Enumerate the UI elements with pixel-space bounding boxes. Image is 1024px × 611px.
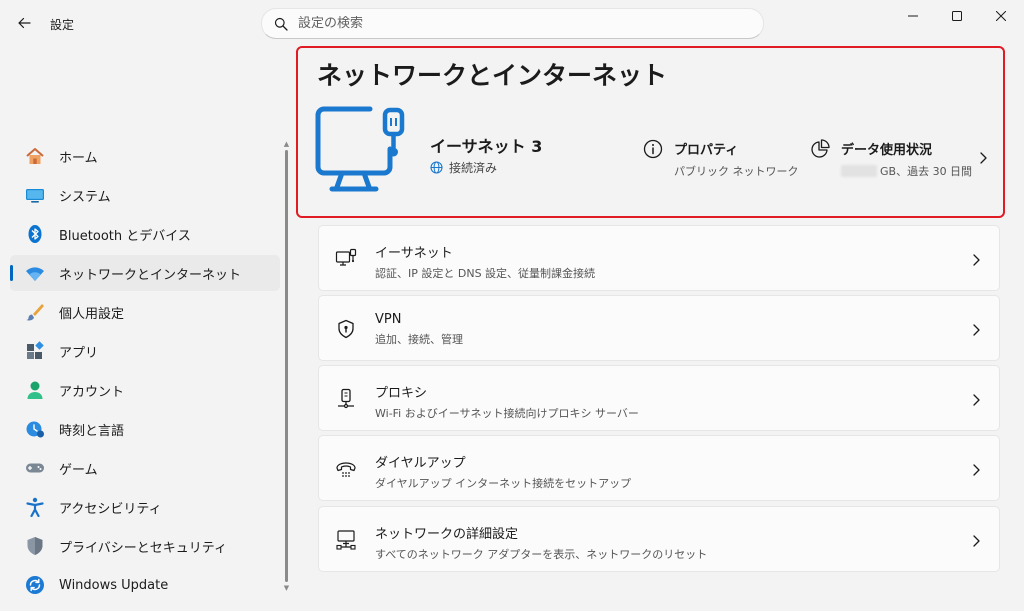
sidebar-item-label: 時刻と言語	[59, 423, 125, 439]
sidebar-item-gaming[interactable]: ゲーム	[10, 450, 280, 486]
sidebar-item-label: ホーム	[59, 150, 98, 166]
maximize-button[interactable]	[934, 0, 980, 32]
chevron-right-icon	[971, 322, 981, 341]
card-description: すべてのネットワーク アダプターを表示、ネットワークのリセット	[375, 548, 708, 561]
ethernet-pc-hero-icon	[314, 105, 410, 201]
pie-chart-icon	[811, 139, 830, 158]
search-input[interactable]	[298, 16, 718, 31]
sidebar-item-label: 個人用設定	[59, 306, 125, 322]
sidebar-item-label: アカウント	[59, 384, 125, 400]
sidebar-item-label: アプリ	[59, 345, 99, 361]
chevron-right-icon	[971, 462, 981, 481]
connection-status: 接続済み	[430, 159, 497, 176]
sidebar-item-label: プライバシーとセキュリティ	[59, 540, 227, 556]
properties-link[interactable]: プロパティ パブリック ネットワーク	[643, 139, 799, 179]
system-icon	[24, 184, 46, 206]
windows-update-icon	[24, 574, 46, 596]
data-usage-chevron-icon[interactable]	[978, 150, 988, 169]
dialup-icon	[334, 457, 358, 481]
card-description: Wi-Fi およびイーサネット接続向けプロキシ サーバー	[375, 407, 639, 420]
apps-icon	[24, 340, 46, 362]
properties-subtitle: パブリック ネットワーク	[674, 165, 799, 178]
sidebar-item-bluetooth[interactable]: Bluetooth とデバイス	[10, 216, 280, 252]
home-icon	[24, 145, 46, 167]
back-arrow-icon	[18, 17, 31, 29]
status-text: 接続済み	[449, 161, 498, 175]
card-title: ダイヤルアップ	[375, 456, 466, 471]
gamepad-icon	[24, 457, 46, 479]
sidebar-nav: ホーム システム Bluetooth とデバイス ネットワークとインターネット …	[0, 138, 290, 606]
page-title: ネットワークとインターネット	[317, 61, 668, 90]
chevron-right-icon	[971, 392, 981, 411]
sidebar-item-label: アクセシビリティ	[59, 501, 162, 517]
connection-name: イーサネット 3	[430, 137, 543, 156]
back-button[interactable]	[8, 8, 40, 38]
info-icon	[643, 139, 663, 159]
minimize-button[interactable]	[890, 0, 936, 32]
search-icon	[274, 17, 288, 31]
card-ethernet[interactable]: イーサネット 認証、IP 設定と DNS 設定、従量制課金接続	[318, 225, 1000, 291]
minimize-icon	[908, 15, 918, 17]
sidebar-item-apps[interactable]: アプリ	[10, 333, 280, 369]
sidebar-item-label: Windows Update	[59, 577, 169, 593]
globe-icon	[430, 161, 443, 174]
sidebar-item-windows-update[interactable]: Windows Update	[10, 567, 280, 603]
sidebar-item-label: Bluetooth とデバイス	[59, 228, 191, 244]
sidebar-item-accounts[interactable]: アカウント	[10, 372, 280, 408]
card-vpn[interactable]: VPN 追加、接続、管理	[318, 295, 1000, 361]
card-dialup[interactable]: ダイヤルアップ ダイヤルアップ インターネット接続をセットアップ	[318, 435, 1000, 501]
brush-icon	[24, 301, 46, 323]
data-usage-link[interactable]: データ使用状況 GB、過去 30 日間	[810, 139, 972, 179]
wifi-icon	[24, 262, 46, 284]
card-title: プロキシ	[375, 386, 428, 401]
time-language-icon	[24, 418, 46, 440]
properties-title: プロパティ	[674, 143, 739, 158]
proxy-icon	[334, 387, 358, 411]
sidebar-scroll-up[interactable]: ▲	[282, 140, 291, 148]
card-title: ネットワークの詳細設定	[375, 527, 519, 542]
sidebar-item-home[interactable]: ホーム	[10, 138, 280, 174]
sidebar-item-label: ゲーム	[59, 462, 98, 478]
card-title: イーサネット	[375, 246, 453, 261]
data-usage-subtitle: GB、過去 30 日間	[880, 165, 973, 178]
sidebar-item-label: ネットワークとインターネット	[59, 267, 242, 283]
title-bar: 設定	[0, 0, 1024, 46]
bluetooth-icon	[24, 223, 46, 245]
shield-icon	[24, 535, 46, 557]
search-box[interactable]	[261, 8, 764, 39]
app-title: 設定	[50, 18, 75, 32]
sidebar-item-label: システム	[59, 189, 111, 205]
vpn-shield-icon	[334, 317, 358, 341]
maximize-icon	[952, 11, 962, 21]
network-advanced-icon	[334, 528, 358, 552]
card-description: ダイヤルアップ インターネット接続をセットアップ	[375, 477, 632, 490]
card-proxy[interactable]: プロキシ Wi-Fi およびイーサネット接続向けプロキシ サーバー	[318, 365, 1000, 431]
ethernet-icon	[334, 247, 358, 271]
sidebar-item-time-language[interactable]: 時刻と言語	[10, 411, 280, 447]
sidebar-item-network[interactable]: ネットワークとインターネット	[10, 255, 280, 291]
card-advanced-network[interactable]: ネットワークの詳細設定 すべてのネットワーク アダプターを表示、ネットワークのリ…	[318, 506, 1000, 572]
sidebar-item-system[interactable]: システム	[10, 177, 280, 213]
sidebar-scrollbar[interactable]	[285, 150, 288, 582]
account-icon	[24, 379, 46, 401]
sidebar-item-personalization[interactable]: 個人用設定	[10, 294, 280, 330]
chevron-right-icon	[971, 252, 981, 271]
data-usage-title: データ使用状況	[841, 143, 933, 158]
card-title: VPN	[375, 312, 402, 327]
close-icon	[996, 11, 1006, 21]
sidebar-item-privacy[interactable]: プライバシーとセキュリティ	[10, 528, 280, 564]
sidebar-scroll-down[interactable]: ▼	[282, 584, 291, 592]
card-description: 追加、接続、管理	[375, 333, 463, 346]
sidebar-item-accessibility[interactable]: アクセシビリティ	[10, 489, 280, 525]
redacted-value	[841, 165, 877, 177]
chevron-right-icon	[971, 533, 981, 552]
close-button[interactable]	[978, 0, 1024, 32]
accessibility-icon	[24, 496, 46, 518]
card-description: 認証、IP 設定と DNS 設定、従量制課金接続	[375, 267, 596, 280]
